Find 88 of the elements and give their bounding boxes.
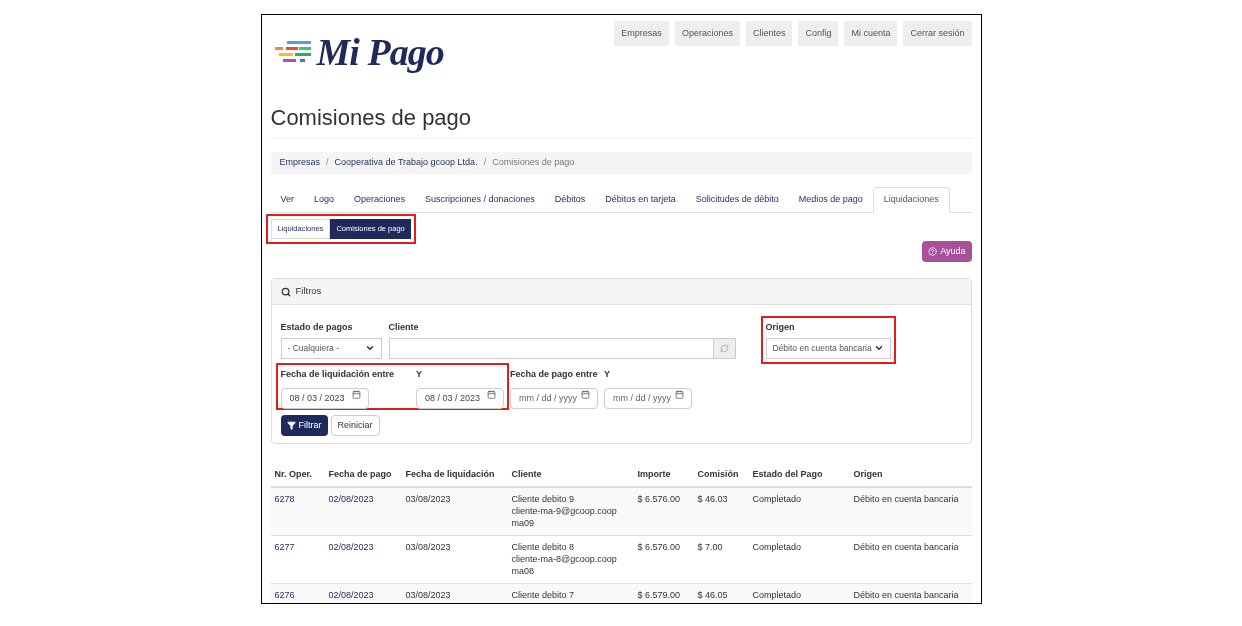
field-label: Origen bbox=[765, 321, 796, 334]
nav-button[interactable]: Mi cuenta bbox=[844, 21, 898, 46]
payment-date-link[interactable]: 02/08/2023 bbox=[328, 492, 406, 529]
nav-button[interactable]: Clientes bbox=[745, 21, 793, 46]
date-field[interactable]: mm / dd / yyyy bbox=[510, 387, 599, 409]
search-icon bbox=[280, 286, 291, 297]
nav-button[interactable]: Cerrar sesión bbox=[903, 21, 972, 46]
operation-link[interactable]: 6278 bbox=[274, 492, 329, 529]
client-text: ma08 bbox=[511, 564, 535, 577]
logo-stripes-icon bbox=[272, 41, 313, 63]
tab[interactable]: Medios de pago bbox=[788, 187, 873, 213]
help-icon bbox=[928, 247, 938, 256]
calendar-icon bbox=[581, 390, 591, 399]
page-title: Comisiones de pago bbox=[270, 101, 972, 139]
nav-button[interactable]: Operaciones bbox=[674, 21, 740, 46]
nav-button[interactable]: Empresas bbox=[614, 21, 669, 46]
table-cell-text: Débito en cuenta bancaria bbox=[853, 540, 960, 554]
column-header: Fecha de pago bbox=[328, 468, 393, 481]
column-header: Fecha de liquidación bbox=[405, 468, 496, 481]
tab[interactable]: Ver bbox=[270, 187, 304, 213]
table-cell-text: $ 6.576.00 bbox=[637, 540, 682, 554]
nav-button[interactable]: Config bbox=[798, 21, 839, 46]
field-label: Fecha de liquidación entre bbox=[280, 367, 395, 381]
operation-link[interactable]: 6277 bbox=[274, 540, 329, 577]
tab[interactable]: Débitos en tarjeta bbox=[595, 187, 686, 213]
help-button[interactable]: Ayuda bbox=[922, 241, 972, 262]
calendar-icon bbox=[487, 390, 497, 399]
table-cell-text: Completado bbox=[752, 492, 803, 506]
refresh-button[interactable] bbox=[713, 337, 736, 359]
payment-date-link[interactable]: 02/08/2023 bbox=[328, 588, 406, 602]
status-select[interactable]: - Cualquiera - bbox=[280, 337, 382, 359]
column-header: Nr. Oper. bbox=[274, 468, 314, 481]
table-cell-text: $ 6.576.00 bbox=[637, 492, 682, 506]
table-cell-text: $ 7.00 bbox=[697, 540, 724, 554]
tab[interactable]: Operaciones bbox=[344, 187, 416, 213]
tab[interactable]: Débitos bbox=[544, 187, 596, 213]
table-cell-text: $ 46.03 bbox=[697, 492, 729, 506]
origin-select[interactable]: Débito en cuenta bancaria bbox=[765, 337, 891, 359]
column-header: Cliente bbox=[511, 468, 543, 481]
client-input[interactable] bbox=[388, 337, 714, 359]
client-text: cliente-ma-9@gcoop.coop bbox=[511, 504, 618, 517]
date-field[interactable]: 08 / 03 / 2023 bbox=[280, 387, 369, 409]
client-text: cliente-ma-8@gcoop.coop bbox=[511, 552, 618, 565]
table-cell-text: 03/08/2023 bbox=[405, 540, 452, 554]
tab[interactable]: Liquidaciones bbox=[872, 187, 950, 213]
tab[interactable]: Suscripciones / donaciones bbox=[415, 187, 545, 213]
date-field[interactable]: 08 / 03 / 2023 bbox=[416, 387, 505, 409]
table-cell-text: $ 46.05 bbox=[697, 588, 729, 602]
column-header: Comisión bbox=[697, 468, 740, 481]
breadcrumb-link[interactable]: Empresas bbox=[279, 156, 320, 170]
column-header: Importe bbox=[637, 468, 672, 481]
refresh-icon bbox=[719, 343, 729, 353]
operation-link[interactable]: 6276 bbox=[274, 588, 329, 602]
payment-date-link[interactable]: 02/08/2023 bbox=[328, 540, 406, 577]
table-cell-text: $ 6.579.00 bbox=[637, 588, 682, 602]
field-label: Cliente bbox=[388, 321, 420, 334]
tab[interactable]: Logo bbox=[304, 187, 345, 213]
client-text: ma09 bbox=[511, 516, 535, 529]
filter-panel-title: Filtros bbox=[295, 284, 322, 299]
breadcrumb-current: Comisiones de pago bbox=[492, 156, 575, 170]
table-cell-text: 03/08/2023 bbox=[405, 492, 452, 506]
field-label: Estado de pagos bbox=[280, 321, 354, 334]
calendar-icon bbox=[675, 390, 685, 399]
client-text: Cliente debito 7 bbox=[511, 588, 576, 601]
breadcrumb-separator: / bbox=[483, 156, 487, 170]
date-field[interactable]: mm / dd / yyyy bbox=[604, 387, 693, 409]
breadcrumb-separator: / bbox=[326, 156, 329, 170]
client-text: Cliente debito 9 bbox=[511, 492, 576, 505]
table-cell-text: Débito en cuenta bancaria bbox=[853, 492, 960, 506]
table-cell-text: Débito en cuenta bancaria bbox=[853, 588, 960, 602]
breadcrumb-link[interactable]: Cooperativa de Trabajo gcoop Ltda. bbox=[334, 156, 478, 170]
table-cell-text: 03/08/2023 bbox=[405, 588, 452, 602]
client-text: Cliente debito 8 bbox=[511, 540, 576, 553]
tab[interactable]: Solicitudes de débito bbox=[685, 187, 789, 213]
calendar-icon bbox=[351, 390, 361, 399]
column-header: Estado del Pago bbox=[752, 468, 824, 481]
table-cell-text: Completado bbox=[752, 588, 803, 602]
funnel-icon bbox=[286, 421, 296, 430]
column-header: Origen bbox=[853, 468, 884, 481]
field-label: Y bbox=[604, 367, 612, 381]
chevron-down-icon bbox=[873, 343, 884, 353]
reset-button[interactable]: Reiniciar bbox=[330, 415, 380, 436]
filter-button[interactable]: Filtrar bbox=[280, 415, 328, 436]
field-label: Y bbox=[416, 367, 424, 381]
logo: Mi Pago bbox=[272, 33, 444, 71]
field-label: Fecha de pago entre bbox=[510, 367, 599, 381]
table-cell-text: Completado bbox=[752, 540, 803, 554]
chevron-down-icon bbox=[364, 343, 375, 353]
